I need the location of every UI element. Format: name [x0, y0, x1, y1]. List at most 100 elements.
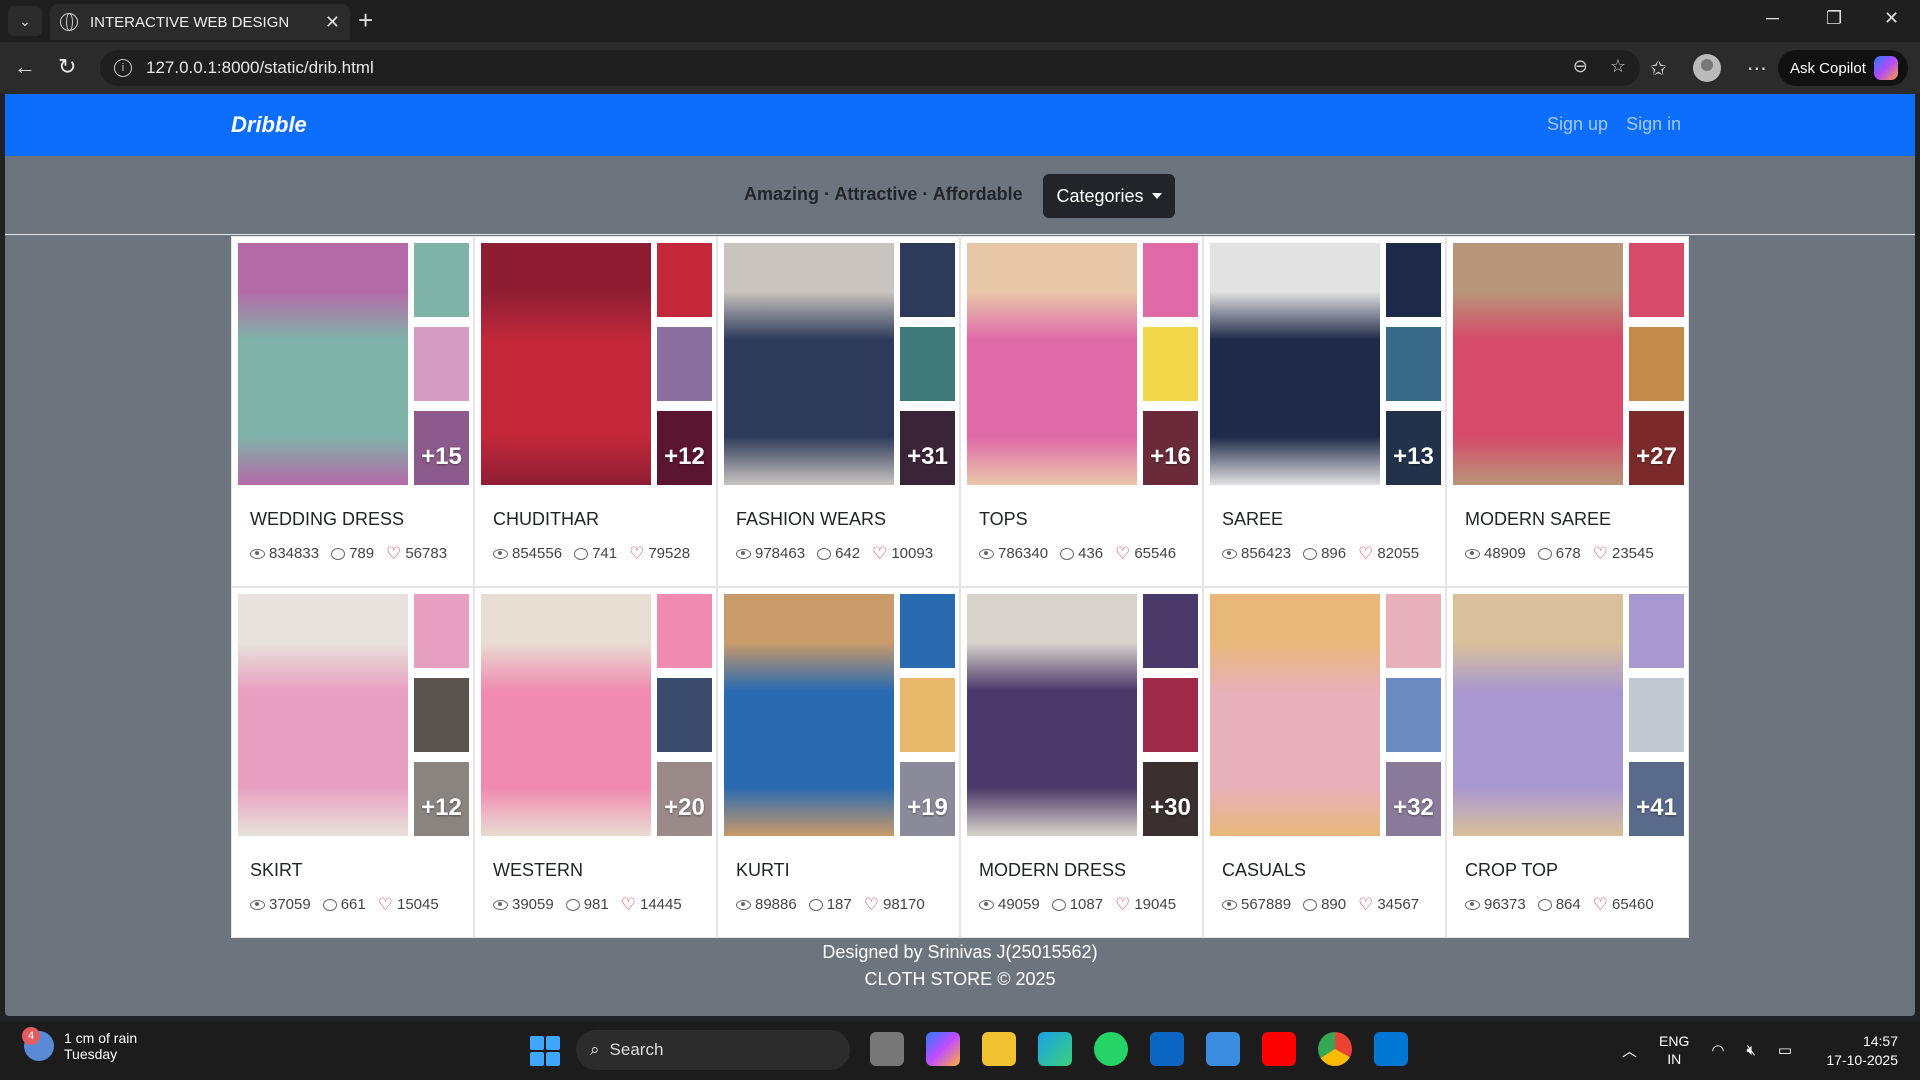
tab-actions-menu-button[interactable]: ⌄: [8, 6, 42, 36]
product-card[interactable]: +30 MODERN DRESS 49059 1087 ♡ 19045: [960, 587, 1203, 938]
product-thumbnail[interactable]: [1386, 243, 1441, 317]
product-card[interactable]: +31 FASHION WEARS 978463 642 ♡ 10093: [717, 236, 960, 587]
comment-icon[interactable]: [331, 547, 346, 560]
product-main-image[interactable]: [967, 243, 1137, 485]
brand-logo[interactable]: Dribble: [231, 112, 307, 138]
speaker-muted-icon[interactable]: 🔇︎: [1746, 1042, 1755, 1059]
more-images-thumbnail[interactable]: +19: [900, 762, 955, 836]
heart-icon[interactable]: ♡: [1358, 896, 1373, 913]
more-images-thumbnail[interactable]: +27: [1629, 411, 1684, 485]
product-main-image[interactable]: [1453, 243, 1623, 485]
more-images-thumbnail[interactable]: +16: [1143, 411, 1198, 485]
product-card[interactable]: +12 CHUDITHAR 854556 741 ♡ 79528: [474, 236, 717, 587]
product-card[interactable]: +15 WEDDING DRESS 834833 789 ♡ 56783: [231, 236, 474, 587]
ask-copilot-button[interactable]: Ask Copilot: [1778, 50, 1908, 86]
edge-browser-icon[interactable]: [1038, 1032, 1072, 1066]
product-main-image[interactable]: [1453, 594, 1623, 836]
product-main-image[interactable]: [238, 594, 408, 836]
taskbar-search[interactable]: ⌕ Search: [576, 1030, 850, 1070]
product-thumbnail[interactable]: [1386, 594, 1441, 668]
product-card[interactable]: +20 WESTERN 39059 981 ♡ 14445: [474, 587, 717, 938]
product-thumbnail[interactable]: [414, 678, 469, 752]
address-bar[interactable]: i 127.0.0.1:8000/static/drib.html ⊖ ☆: [100, 50, 1640, 86]
comment-icon[interactable]: [574, 547, 589, 560]
categories-dropdown-button[interactable]: Categories: [1043, 174, 1175, 218]
heart-icon[interactable]: ♡: [1115, 545, 1130, 562]
heart-icon[interactable]: ♡: [1593, 896, 1608, 913]
comment-icon[interactable]: [1537, 547, 1552, 560]
heart-icon[interactable]: ♡: [378, 896, 393, 913]
file-explorer-icon[interactable]: [982, 1032, 1016, 1066]
product-thumbnail[interactable]: [1143, 678, 1198, 752]
more-images-thumbnail[interactable]: +15: [414, 411, 469, 485]
product-thumbnail[interactable]: [1143, 327, 1198, 401]
product-main-image[interactable]: [1210, 243, 1380, 485]
chevron-up-icon[interactable]: ︿: [1622, 1040, 1637, 1061]
favorites-icon[interactable]: ✩: [1650, 56, 1667, 81]
heart-icon[interactable]: ♡: [872, 545, 887, 562]
more-options-icon[interactable]: ⋯: [1747, 56, 1767, 81]
task-view-icon[interactable]: [870, 1032, 904, 1066]
comment-icon[interactable]: [565, 898, 580, 911]
product-main-image[interactable]: [481, 594, 651, 836]
product-main-image[interactable]: [724, 594, 894, 836]
heart-icon[interactable]: ♡: [621, 896, 636, 913]
heart-icon[interactable]: ♡: [629, 545, 644, 562]
comment-icon[interactable]: [1060, 547, 1075, 560]
comment-icon[interactable]: [1537, 898, 1552, 911]
close-window-button[interactable]: ✕: [1884, 8, 1899, 29]
whatsapp-icon[interactable]: [1094, 1032, 1128, 1066]
product-card[interactable]: +13 SAREE 856423 896 ♡ 82055: [1203, 236, 1446, 587]
chrome-icon[interactable]: [1318, 1032, 1352, 1066]
product-card[interactable]: +19 KURTI 89886 187 ♡ 98170: [717, 587, 960, 938]
more-images-thumbnail[interactable]: +12: [657, 411, 712, 485]
new-tab-button[interactable]: +: [358, 6, 373, 34]
comment-icon[interactable]: [1051, 898, 1066, 911]
product-thumbnail[interactable]: [1386, 327, 1441, 401]
product-main-image[interactable]: [724, 243, 894, 485]
more-images-thumbnail[interactable]: +31: [900, 411, 955, 485]
comment-icon[interactable]: [808, 898, 823, 911]
product-thumbnail[interactable]: [900, 678, 955, 752]
heart-icon[interactable]: ♡: [386, 545, 401, 562]
product-thumbnail[interactable]: [1629, 594, 1684, 668]
product-thumbnail[interactable]: [657, 327, 712, 401]
minimize-button[interactable]: ─: [1766, 8, 1779, 29]
language-indicator[interactable]: ENG IN: [1659, 1032, 1689, 1068]
windows-start-icon[interactable]: [530, 1036, 560, 1066]
product-thumbnail[interactable]: [900, 594, 955, 668]
comment-icon[interactable]: [1303, 547, 1318, 560]
more-images-thumbnail[interactable]: +30: [1143, 762, 1198, 836]
comment-icon[interactable]: [817, 547, 832, 560]
product-card[interactable]: +41 CROP TOP 96373 864 ♡ 65460: [1446, 587, 1689, 938]
profile-avatar[interactable]: [1692, 54, 1721, 82]
product-card[interactable]: +16 TOPS 786340 436 ♡ 65546: [960, 236, 1203, 587]
product-thumbnail[interactable]: [1386, 678, 1441, 752]
battery-icon[interactable]: ▭: [1778, 1041, 1792, 1059]
product-thumbnail[interactable]: [414, 327, 469, 401]
wifi-icon[interactable]: ◠: [1711, 1041, 1724, 1059]
site-info-icon[interactable]: i: [114, 59, 132, 77]
zoom-icon[interactable]: ⊖: [1573, 56, 1588, 77]
more-images-thumbnail[interactable]: +32: [1386, 762, 1441, 836]
product-main-image[interactable]: [1210, 594, 1380, 836]
signin-link[interactable]: Sign in: [1626, 114, 1681, 135]
product-thumbnail[interactable]: [414, 594, 469, 668]
notepad-icon[interactable]: [1206, 1032, 1240, 1066]
product-thumbnail[interactable]: [900, 243, 955, 317]
heart-icon[interactable]: ♡: [1358, 545, 1373, 562]
product-card[interactable]: +12 SKIRT 37059 661 ♡ 15045: [231, 587, 474, 938]
product-thumbnail[interactable]: [414, 243, 469, 317]
heart-icon[interactable]: ♡: [864, 896, 879, 913]
comment-icon[interactable]: [1303, 898, 1318, 911]
more-images-thumbnail[interactable]: +41: [1629, 762, 1684, 836]
vscode-icon[interactable]: [1374, 1032, 1408, 1066]
comment-icon[interactable]: [322, 898, 337, 911]
product-thumbnail[interactable]: [657, 594, 712, 668]
product-thumbnail[interactable]: [1143, 594, 1198, 668]
restore-button[interactable]: ❐: [1826, 8, 1842, 29]
product-thumbnail[interactable]: [657, 243, 712, 317]
product-main-image[interactable]: [481, 243, 651, 485]
product-main-image[interactable]: [238, 243, 408, 485]
product-main-image[interactable]: [967, 594, 1137, 836]
